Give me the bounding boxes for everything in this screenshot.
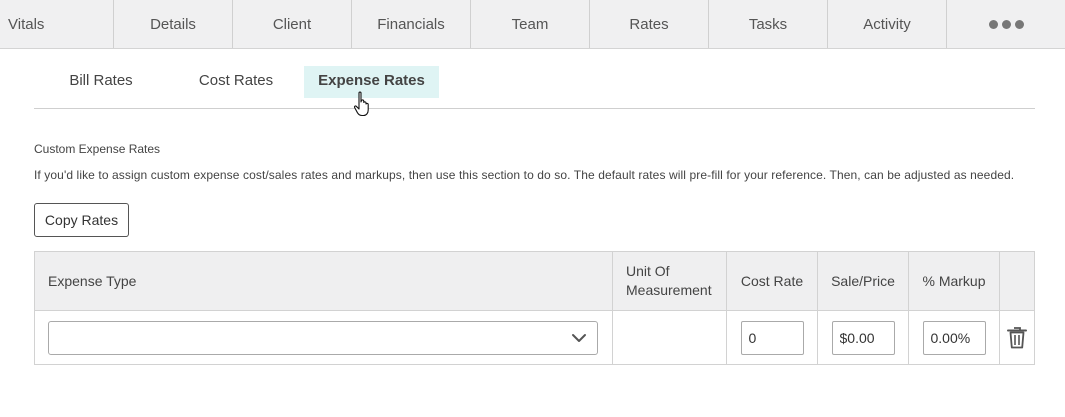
cost-rate-cell — [727, 311, 818, 364]
expense-type-cell — [35, 311, 613, 364]
header-unit-line2: Measurement — [626, 282, 712, 298]
nav-tab-rates[interactable]: Rates — [590, 0, 709, 48]
nav-tab-label: Tasks — [748, 15, 788, 33]
nav-tab-label: Details — [150, 15, 196, 33]
header-markup: % Markup — [909, 252, 1000, 310]
header-unit-of-measurement: Unit Of Measurement — [613, 252, 727, 310]
nav-tab-label: Financials — [377, 15, 445, 33]
nav-tab-client[interactable]: Client — [233, 0, 352, 48]
top-navigation: Vitals Details Client Financials Team Ra… — [0, 0, 1065, 49]
header-unit-line1: Unit Of — [626, 263, 670, 279]
nav-tab-activity[interactable]: Activity — [828, 0, 947, 48]
markup-cell — [909, 311, 1000, 364]
nav-tab-label: Vitals — [8, 15, 45, 33]
expense-type-select[interactable] — [48, 320, 598, 355]
nav-tab-label: Client — [272, 15, 312, 33]
nav-tab-details[interactable]: Details — [114, 0, 233, 48]
sale-price-cell — [818, 311, 909, 364]
nav-tab-label: Rates — [629, 15, 669, 33]
nav-tab-financials[interactable]: Financials — [352, 0, 471, 48]
expense-rates-table: Expense Type Unit Of Measurement Cost Ra… — [34, 251, 1035, 365]
more-horizontal-icon — [988, 19, 1024, 29]
cost-rate-input[interactable] — [740, 320, 804, 355]
more-tabs-button[interactable] — [947, 0, 1065, 48]
trash-icon[interactable] — [1006, 326, 1028, 350]
copy-rates-button[interactable]: Copy Rates — [34, 203, 129, 237]
header-actions — [1000, 252, 1034, 310]
section-description: If you'd like to assign custom expense c… — [34, 168, 1015, 182]
actions-cell — [1000, 311, 1034, 364]
section-title: Custom Expense Rates — [34, 142, 161, 156]
table-header-row: Expense Type Unit Of Measurement Cost Ra… — [35, 252, 1034, 311]
sale-price-input[interactable] — [831, 320, 895, 355]
subtab-cost-rates[interactable]: Cost Rates — [189, 66, 283, 98]
header-sale-price: Sale/Price — [818, 252, 909, 310]
hand-pointer-cursor-icon — [353, 91, 369, 117]
markup-input[interactable] — [922, 320, 986, 355]
nav-tab-vitals[interactable]: Vitals — [0, 0, 114, 48]
table-row — [35, 311, 1034, 364]
chevron-down-icon — [572, 333, 586, 342]
nav-tab-label: Activity — [863, 15, 911, 33]
rates-subtabs: Bill Rates Cost Rates Expense Rates — [34, 66, 1035, 109]
subtab-bill-rates[interactable]: Bill Rates — [58, 66, 144, 98]
nav-tab-team[interactable]: Team — [471, 0, 590, 48]
nav-tab-label: Team — [511, 15, 549, 33]
header-expense-type: Expense Type — [35, 252, 613, 310]
nav-tab-tasks[interactable]: Tasks — [709, 0, 828, 48]
header-cost-rate: Cost Rate — [727, 252, 818, 310]
unit-cell — [613, 311, 727, 364]
